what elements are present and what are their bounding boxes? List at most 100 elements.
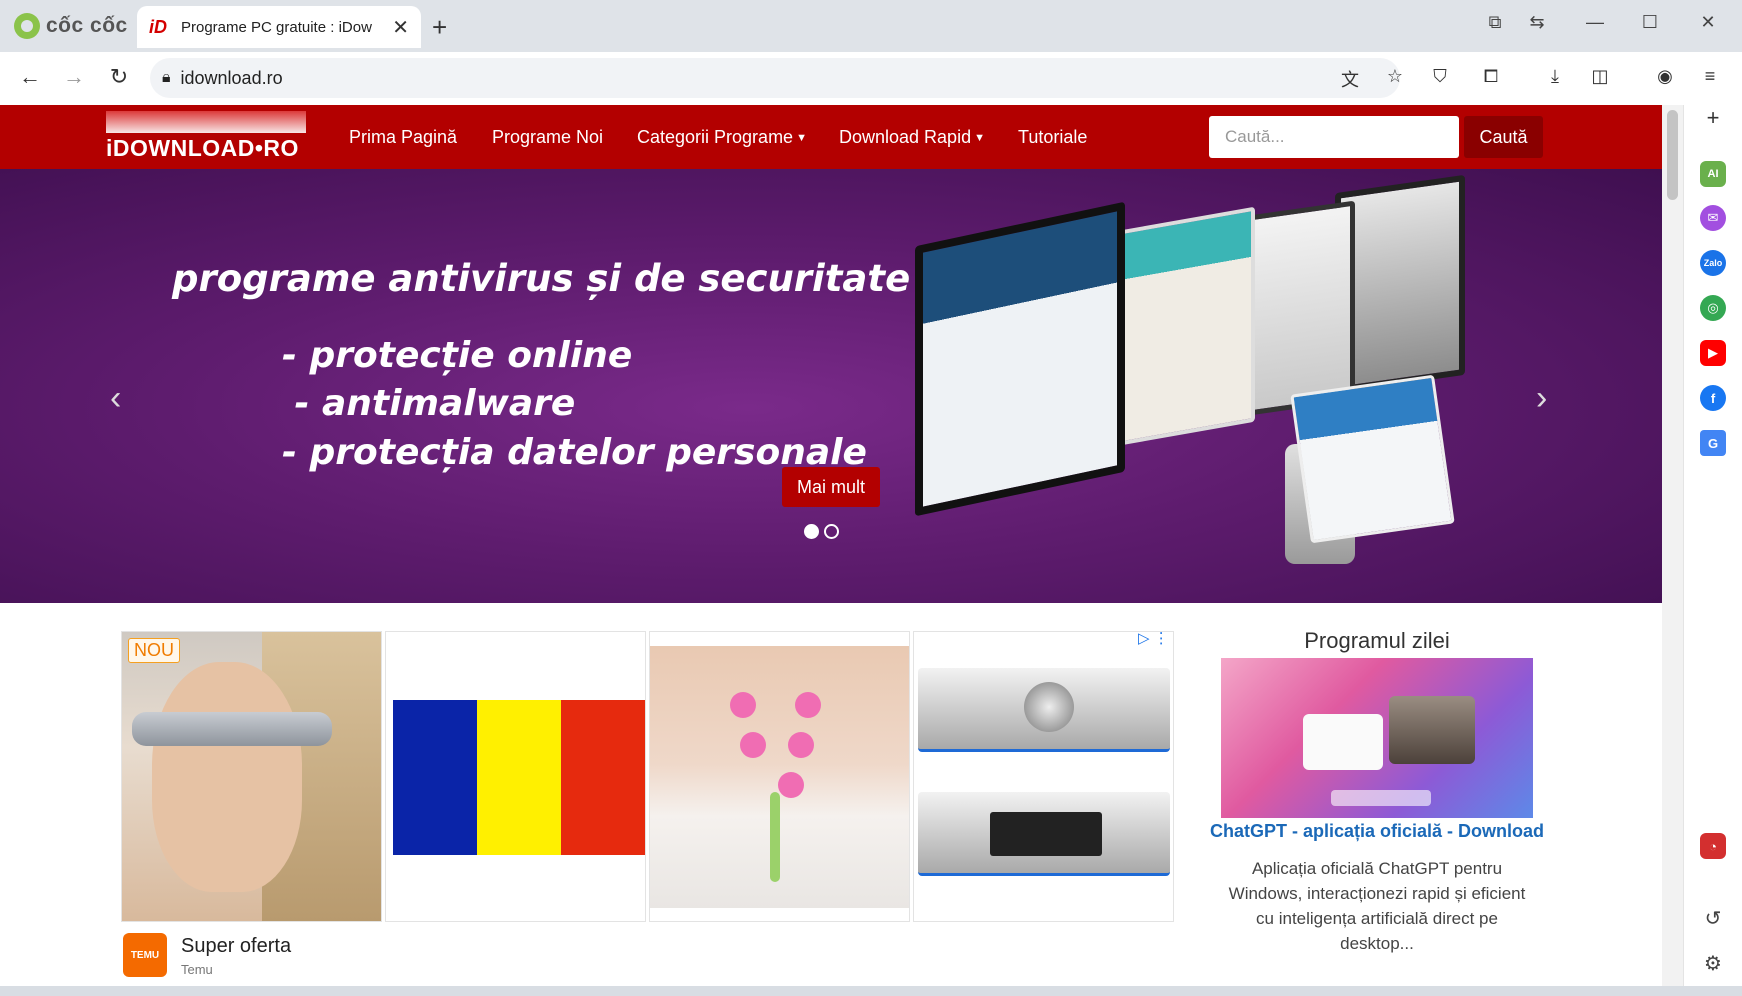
nav-download-rapid-label: Download Rapid — [839, 127, 972, 147]
nav-categories-label: Categorii Programe — [637, 127, 794, 147]
tablet-welcome — [1290, 374, 1455, 544]
nav-new-programs[interactable]: Programe Noi — [492, 127, 603, 148]
downloads-icon[interactable]: ⤓ — [1541, 66, 1569, 87]
tab-search-icon[interactable]: ⇆ — [1523, 12, 1551, 33]
browser-titlebar: cốc cốc iD Programe PC gratuite : iDow ✕… — [0, 0, 1742, 52]
ad-product-amplifier[interactable] — [913, 631, 1174, 922]
ad-product-glasses[interactable]: NOU — [121, 631, 382, 922]
profile-icon[interactable]: ◉ — [1651, 66, 1679, 87]
nav-tutorials[interactable]: Tutoriale — [1018, 127, 1087, 148]
flower-stems — [730, 692, 830, 882]
stem-shape — [770, 792, 780, 882]
potd-image[interactable] — [1221, 658, 1533, 818]
zalo-icon[interactable]: Zalo — [1700, 250, 1726, 276]
romania-flag — [393, 700, 645, 855]
speaker-terminals — [990, 812, 1102, 856]
dock-bar — [1331, 790, 1431, 806]
volume-knob-icon — [1024, 682, 1074, 732]
potd-link[interactable]: ChatGPT - aplicația oficială - Download — [1207, 821, 1547, 842]
new-tab-button[interactable]: + — [432, 12, 447, 43]
potd-heading: Programul zilei — [1304, 628, 1450, 653]
program-of-the-day: Programul zilei ChatGPT - aplicația ofic… — [1207, 628, 1547, 956]
potd-description: Aplicația oficială ChatGPT pentru Window… — [1228, 859, 1526, 953]
flower-icon — [730, 692, 756, 718]
ad-product-flowers[interactable] — [649, 631, 910, 922]
more-button[interactable]: Mai mult — [782, 467, 880, 507]
flower-icon — [778, 772, 804, 798]
pinned-app-icon[interactable]: ◔ — [1700, 833, 1726, 859]
carousel-next-icon[interactable]: › — [1536, 379, 1547, 418]
google-translate-icon[interactable]: G — [1700, 430, 1726, 456]
settings-gear-icon[interactable]: ⚙ — [1700, 950, 1726, 976]
ad-footer[interactable]: TEMU Super oferta Temu — [121, 931, 521, 977]
flower-icon — [740, 732, 766, 758]
carousel-prev-icon[interactable]: ‹ — [110, 379, 121, 418]
add-sidebar-icon[interactable]: + — [1700, 105, 1726, 131]
messenger-icon[interactable]: ✉ — [1700, 205, 1726, 231]
hero-carousel: programe antivirus și de securitate - pr… — [0, 169, 1662, 603]
amplifier-back — [918, 792, 1170, 876]
games-icon[interactable]: ◎ — [1700, 295, 1726, 321]
chat-window-shape — [1303, 714, 1383, 770]
logo-gradient-bar — [106, 111, 306, 133]
browser-brand[interactable]: cốc cốc — [14, 12, 128, 40]
nav-home[interactable]: Prima Pagină — [349, 127, 457, 148]
search-input[interactable] — [1209, 116, 1459, 158]
bookmark-star-icon[interactable]: ☆ — [1381, 66, 1409, 87]
site-logo[interactable]: iDOWNLOAD•RO — [106, 111, 306, 161]
minimize-button[interactable]: — — [1581, 12, 1609, 33]
caret-down-icon: ▼ — [796, 132, 807, 145]
maximize-button[interactable]: ☐ — [1636, 12, 1664, 33]
browser-tab[interactable]: iD Programe PC gratuite : iDow ✕ — [137, 6, 421, 48]
coccoc-logo-icon — [14, 13, 40, 39]
ad-product-flag[interactable] — [385, 631, 646, 922]
flag-blue-stripe — [393, 700, 477, 855]
flower-icon — [795, 692, 821, 718]
screen-capture-icon[interactable]: ⧉ — [1481, 12, 1509, 33]
new-badge: NOU — [128, 638, 180, 663]
lock-icon[interactable]: 🔒︎ — [162, 69, 171, 87]
translate-icon[interactable]: 文 — [1336, 66, 1364, 92]
flower-icon — [788, 732, 814, 758]
browser-sidebar: + AI ✉ Zalo ◎ ▶ f G ◔ ↺ ⚙ — [1683, 105, 1742, 986]
caret-down-icon: ▼ — [974, 132, 985, 145]
carousel-dot-active[interactable] — [804, 524, 819, 539]
ad-block[interactable]: NOU TEMU Super oferta Temu — [121, 631, 1177, 977]
site-favicon-icon: iD — [149, 16, 167, 37]
close-tab-icon[interactable]: ✕ — [392, 15, 409, 40]
cat-photo — [1389, 696, 1475, 764]
scrollbar-thumb[interactable] — [1667, 110, 1678, 200]
page-viewport: iDOWNLOAD•RO Prima Pagină Programe Noi C… — [0, 105, 1662, 986]
page-scrollbar[interactable] — [1662, 105, 1683, 986]
hero-line: - protecție online — [282, 335, 633, 376]
adchoices-icon[interactable]: ▷ ⋮ — [1138, 629, 1169, 647]
close-window-button[interactable]: ✕ — [1694, 12, 1722, 33]
ad-title[interactable]: Super oferta — [181, 935, 291, 958]
address-bar[interactable]: 🔒︎ idownload.ro — [150, 58, 1400, 98]
ai-assistant-icon[interactable]: AI — [1700, 161, 1726, 187]
carousel-dot[interactable] — [824, 524, 839, 539]
adblock-shield-icon[interactable]: ⛉ — [1426, 66, 1454, 87]
browser-toolbar: ← → ↻ 🔒︎ idownload.ro 文 ☆ ⛉ ⧠ ⤓ ◫ ◉ ≡ — [0, 52, 1742, 105]
hero-line: - antimalware — [282, 383, 576, 424]
youtube-icon[interactable]: ▶ — [1700, 340, 1726, 366]
forward-button[interactable]: → — [59, 64, 89, 90]
monitor-front-left — [915, 201, 1125, 517]
site-header: iDOWNLOAD•RO Prima Pagină Programe Noi C… — [0, 105, 1662, 169]
ad-source: Temu — [181, 962, 213, 977]
hero-line: - protecția datelor personale — [282, 432, 867, 473]
split-view-icon[interactable]: ◫ — [1586, 66, 1614, 87]
menu-icon[interactable]: ≡ — [1696, 66, 1724, 87]
hero-title: programe antivirus și de securitate — [172, 257, 911, 300]
address-bar-url[interactable]: idownload.ro — [181, 68, 283, 89]
search-button[interactable]: Caută — [1464, 116, 1543, 158]
back-button[interactable]: ← — [15, 64, 45, 90]
nav-download-rapid[interactable]: Download Rapid ▼ — [839, 127, 985, 148]
reload-button[interactable]: ↻ — [104, 64, 134, 90]
flag-yellow-stripe — [477, 700, 561, 855]
facebook-icon[interactable]: f — [1700, 385, 1726, 411]
extensions-icon[interactable]: ⧠ — [1477, 66, 1505, 87]
temu-logo-icon: TEMU — [123, 933, 167, 977]
history-icon[interactable]: ↺ — [1700, 905, 1726, 931]
nav-categories[interactable]: Categorii Programe ▼ — [637, 127, 807, 148]
